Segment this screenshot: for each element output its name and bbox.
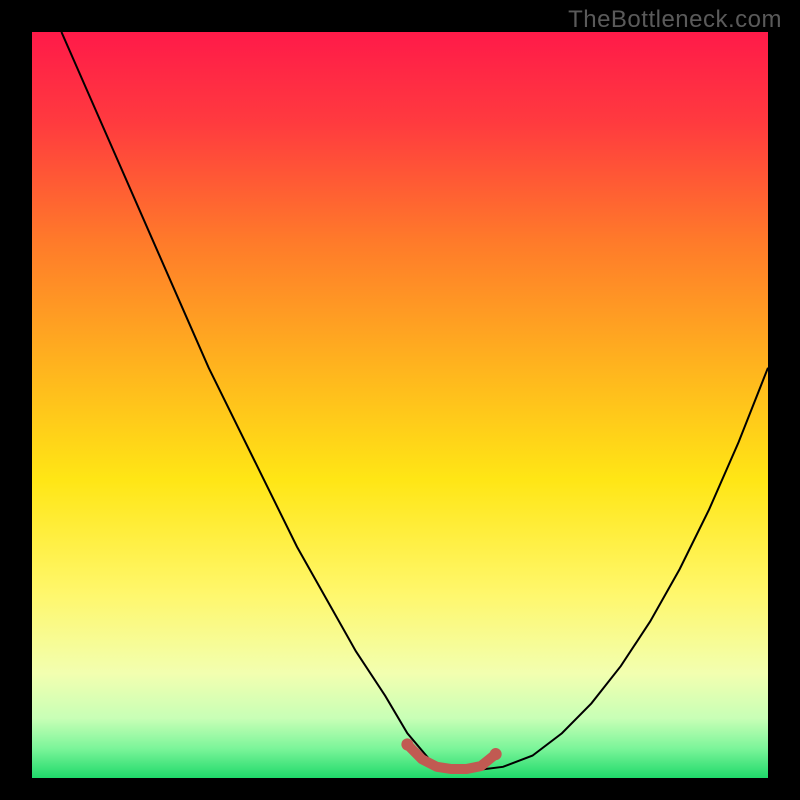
plot-background	[32, 32, 768, 778]
bottleneck-plot	[32, 32, 768, 778]
marker-dot	[490, 748, 502, 760]
watermark-text: TheBottleneck.com	[568, 6, 782, 34]
marker-dot	[401, 738, 413, 750]
chart-frame: TheBottleneck.com	[0, 0, 800, 800]
